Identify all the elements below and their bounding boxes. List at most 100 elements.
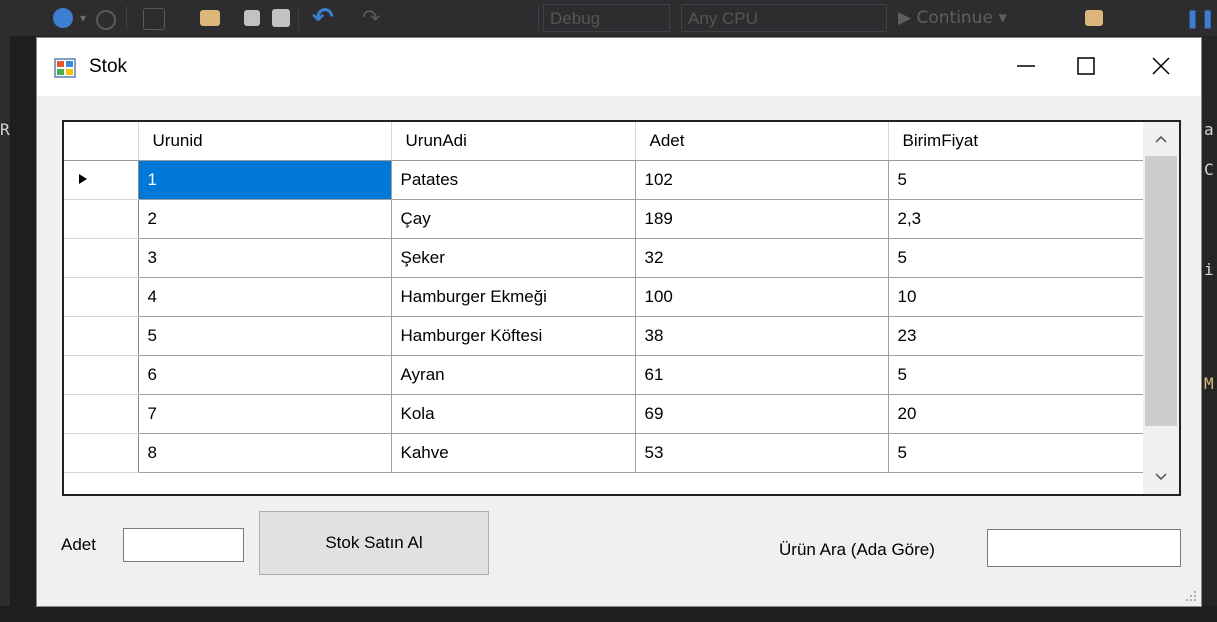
cell-urunid[interactable]: 1	[138, 160, 392, 200]
row-header[interactable]	[64, 316, 139, 356]
row-header[interactable]	[64, 433, 139, 473]
chevron-down-icon	[1155, 473, 1167, 481]
vs-editor-strip	[0, 606, 1217, 622]
title-bar[interactable]: Stok	[37, 38, 1201, 96]
vs-code-fragment: C	[1204, 160, 1214, 179]
maximize-button[interactable]	[1056, 38, 1116, 94]
cell-urunid[interactable]: 3	[138, 238, 392, 278]
cell-urunadi[interactable]: Ayran	[391, 355, 636, 395]
cell-adet[interactable]: 61	[635, 355, 889, 395]
table-row[interactable]: 2 Çay 189 2,3	[64, 199, 1144, 239]
cell-urunadi[interactable]: Patates	[391, 160, 636, 200]
back-icon[interactable]	[53, 8, 73, 28]
cell-urunadi[interactable]: Şeker	[391, 238, 636, 278]
toolbar-separator	[298, 6, 299, 30]
minimize-icon	[1017, 65, 1035, 67]
cell-urunid[interactable]: 8	[138, 433, 392, 473]
cell-adet[interactable]: 69	[635, 394, 889, 434]
table-row[interactable]: 8 Kahve 53 5	[64, 433, 1144, 473]
vs-code-fragment: a	[1204, 120, 1214, 139]
stok-window: Stok Urunid UrunAdi Adet BirimFiyat 1 Pa…	[37, 38, 1201, 606]
forward-icon[interactable]	[96, 10, 116, 30]
row-header[interactable]	[64, 160, 139, 200]
vs-code-fragment: R	[0, 120, 10, 139]
cell-birimfiyat[interactable]: 20	[888, 394, 1144, 434]
cell-birimfiyat[interactable]: 5	[888, 355, 1144, 395]
save-all-icon[interactable]	[272, 9, 290, 27]
save-icon[interactable]	[244, 10, 260, 26]
cell-urunid[interactable]: 2	[138, 199, 392, 239]
minimize-button[interactable]	[996, 38, 1056, 94]
debug-target-icon[interactable]	[1085, 10, 1103, 26]
cell-urunid[interactable]: 4	[138, 277, 392, 317]
cell-adet[interactable]: 102	[635, 160, 889, 200]
cell-urunadi[interactable]: Hamburger Köftesi	[391, 316, 636, 356]
solution-platform-combo[interactable]: Any CPU	[681, 4, 887, 32]
column-header-birimfiyat[interactable]: BirimFiyat	[888, 122, 1144, 161]
continue-button[interactable]: ▶ Continue ▾	[898, 0, 1007, 36]
cell-birimfiyat[interactable]: 2,3	[888, 199, 1144, 239]
stok-satin-al-button[interactable]: Stok Satın Al	[259, 511, 489, 575]
close-icon	[1152, 57, 1170, 75]
row-header[interactable]	[64, 238, 139, 278]
cell-adet[interactable]: 53	[635, 433, 889, 473]
cell-urunadi[interactable]: Kola	[391, 394, 636, 434]
scroll-up-button[interactable]	[1143, 122, 1179, 156]
header-row: Urunid UrunAdi Adet BirimFiyat	[64, 122, 1144, 161]
cell-birimfiyat[interactable]: 23	[888, 316, 1144, 356]
column-header-urunadi[interactable]: UrunAdi	[391, 122, 636, 161]
maximize-icon	[1077, 57, 1095, 75]
cell-urunid[interactable]: 5	[138, 316, 392, 356]
row-header[interactable]	[64, 199, 139, 239]
cell-adet[interactable]: 100	[635, 277, 889, 317]
column-header-urunid[interactable]: Urunid	[138, 122, 392, 161]
window-title: Stok	[89, 56, 128, 77]
close-button[interactable]	[1131, 38, 1191, 94]
table-row[interactable]: 1 Patates 102 5	[64, 160, 1144, 200]
chevron-up-icon	[1155, 135, 1167, 143]
table-row[interactable]: 5 Hamburger Köftesi 38 23	[64, 316, 1144, 356]
open-folder-icon[interactable]	[200, 10, 220, 26]
search-input[interactable]	[987, 529, 1181, 567]
adet-input[interactable]	[123, 528, 244, 562]
solution-config-combo[interactable]: Debug	[543, 4, 670, 32]
table-row[interactable]: 4 Hamburger Ekmeği 100 10	[64, 277, 1144, 317]
pause-icon[interactable]: ❚❚	[1185, 0, 1215, 36]
form-app-icon	[54, 58, 76, 78]
redo-icon[interactable]: ↷	[362, 0, 380, 36]
toolbar-separator	[126, 6, 127, 30]
column-header-adet[interactable]: Adet	[635, 122, 889, 161]
table-row[interactable]: 7 Kola 69 20	[64, 394, 1144, 434]
cell-urunadi[interactable]: Hamburger Ekmeği	[391, 277, 636, 317]
cell-adet[interactable]: 38	[635, 316, 889, 356]
cell-urunid[interactable]: 7	[138, 394, 392, 434]
scroll-down-button[interactable]	[1143, 460, 1179, 494]
search-label: Ürün Ara (Ada Göre)	[779, 540, 935, 559]
vs-code-fragment: M	[1204, 374, 1214, 393]
row-header[interactable]	[64, 355, 139, 395]
table-row[interactable]: 3 Şeker 32 5	[64, 238, 1144, 278]
resize-grip-icon[interactable]	[1185, 590, 1197, 602]
cell-urunid[interactable]: 6	[138, 355, 392, 395]
cell-birimfiyat[interactable]: 5	[888, 238, 1144, 278]
cell-birimfiyat[interactable]: 5	[888, 433, 1144, 473]
undo-icon[interactable]: ↶	[312, 0, 334, 36]
data-table: Urunid UrunAdi Adet BirimFiyat 1 Patates…	[64, 122, 1144, 473]
cell-adet[interactable]: 189	[635, 199, 889, 239]
dropdown-icon[interactable]: ▾	[80, 0, 86, 36]
cell-birimfiyat[interactable]: 5	[888, 160, 1144, 200]
row-header-corner[interactable]	[64, 122, 139, 161]
row-header[interactable]	[64, 277, 139, 317]
vertical-scrollbar[interactable]	[1143, 122, 1179, 494]
scroll-thumb[interactable]	[1145, 156, 1177, 426]
table-row[interactable]: 6 Ayran 61 5	[64, 355, 1144, 395]
cell-urunadi[interactable]: Kahve	[391, 433, 636, 473]
vs-code-fragment: i	[1204, 260, 1214, 279]
stok-data-grid[interactable]: Urunid UrunAdi Adet BirimFiyat 1 Patates…	[62, 120, 1181, 496]
cell-adet[interactable]: 32	[635, 238, 889, 278]
cell-birimfiyat[interactable]: 10	[888, 277, 1144, 317]
cell-urunadi[interactable]: Çay	[391, 199, 636, 239]
new-project-icon[interactable]	[143, 8, 165, 30]
row-header[interactable]	[64, 394, 139, 434]
adet-label: Adet	[61, 535, 96, 554]
